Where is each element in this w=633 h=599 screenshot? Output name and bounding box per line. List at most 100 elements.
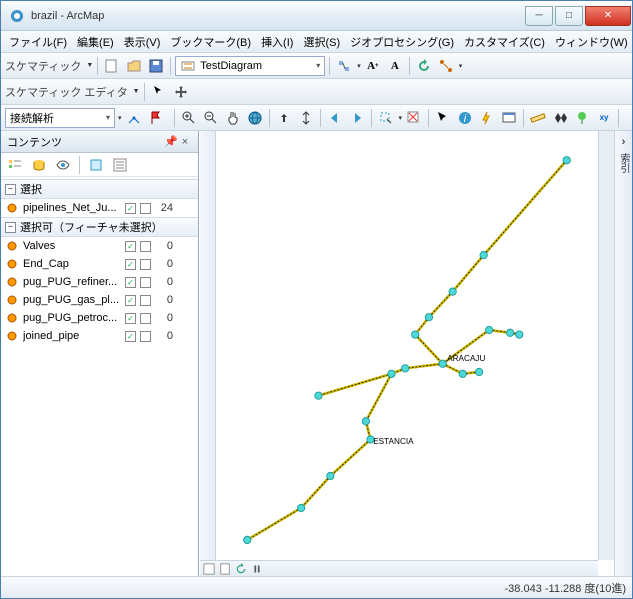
menu-insert[interactable]: 挿入(I) — [257, 32, 297, 52]
menu-geoprocessing[interactable]: ジオプロセシング(G) — [346, 32, 458, 52]
layer-selectable-checkbox[interactable] — [140, 313, 151, 324]
prev-extent-button[interactable] — [325, 108, 345, 128]
layer-selectable-checkbox[interactable] — [140, 295, 151, 306]
list-by-drawing-button[interactable] — [5, 155, 25, 175]
layer-row[interactable]: End_Cap ✓ 0 — [1, 255, 198, 273]
layer-selectable-checkbox[interactable] — [140, 331, 151, 342]
dropdown-icon[interactable]: ▼ — [86, 62, 93, 69]
hyperlink-button[interactable] — [477, 108, 497, 128]
open-diagram-button[interactable] — [124, 56, 144, 76]
layer-row[interactable]: Valves ✓ 0 — [1, 237, 198, 255]
layer-visible-checkbox[interactable]: ✓ — [125, 241, 136, 252]
find-button[interactable] — [550, 108, 570, 128]
pause-drawing-button[interactable] — [250, 562, 264, 576]
zoom-out-button[interactable] — [201, 108, 221, 128]
dropdown-icon[interactable]: ▾ — [357, 62, 361, 70]
tool-a2-button[interactable]: A — [385, 56, 405, 76]
move-tool-button[interactable] — [171, 82, 191, 102]
options-button[interactable] — [110, 155, 130, 175]
pin-icon[interactable]: 📌 — [164, 135, 178, 148]
trace-tool-button[interactable] — [124, 108, 144, 128]
zoom-in-button[interactable] — [179, 108, 199, 128]
layer-count: 0 — [155, 276, 173, 288]
pan-button[interactable] — [223, 108, 243, 128]
dropdown-icon[interactable]: ▾ — [118, 114, 122, 122]
list-by-source-button[interactable] — [29, 155, 49, 175]
next-extent-button[interactable] — [347, 108, 367, 128]
toolbar-editor-label: スケマティック エディタ — [5, 84, 128, 100]
collapse-icon[interactable]: − — [5, 184, 16, 195]
layer-row[interactable]: joined_pipe ✓ 0 — [1, 327, 198, 345]
layer-selectable-checkbox[interactable] — [140, 259, 151, 270]
update-button[interactable] — [414, 56, 434, 76]
fixed-zoom-out-button[interactable] — [296, 108, 316, 128]
new-diagram-button[interactable] — [102, 56, 122, 76]
flag-tool-button[interactable] — [146, 108, 166, 128]
group-selectable[interactable]: − 選択可（フィーチャ未選択） — [1, 217, 198, 237]
layer-visible-checkbox[interactable]: ✓ — [125, 295, 136, 306]
fixed-zoom-in-button[interactable] — [274, 108, 294, 128]
close-button[interactable]: ✕ — [585, 6, 631, 26]
minimize-button[interactable]: ─ — [525, 6, 553, 26]
html-popup-button[interactable] — [499, 108, 519, 128]
layer-count: 0 — [155, 312, 173, 324]
menu-bookmark[interactable]: ブックマーク(B) — [166, 32, 255, 52]
layer-count: 0 — [155, 240, 173, 252]
layer-name: joined_pipe — [23, 330, 121, 342]
menu-edit[interactable]: 編集(E) — [73, 32, 118, 52]
dropdown-icon[interactable]: ▾ — [399, 114, 403, 122]
collapse-icon[interactable]: − — [5, 222, 16, 233]
layer-name: pipelines_Net_Ju... — [23, 202, 121, 214]
clear-selection-button[interactable] — [404, 108, 424, 128]
layout-view-button[interactable] — [218, 562, 232, 576]
go-to-xy-button[interactable]: xy — [594, 108, 614, 128]
maximize-button[interactable]: □ — [555, 6, 583, 26]
close-panel-icon[interactable]: × — [178, 136, 192, 148]
diagram-combo[interactable]: TestDiagram ▾ — [175, 56, 325, 76]
layer-visible-checkbox[interactable]: ✓ — [125, 203, 136, 214]
layer-selectable-checkbox[interactable] — [140, 203, 151, 214]
full-extent-button[interactable] — [245, 108, 265, 128]
save-diagram-button[interactable] — [146, 56, 166, 76]
scrollbar-vertical[interactable] — [598, 131, 614, 560]
ruler-horizontal — [200, 560, 598, 576]
dropdown-icon[interactable]: ▼ — [133, 88, 140, 95]
list-by-selection-button[interactable] — [86, 155, 106, 175]
status-coordinates: -38.043 -11.288 度(10進) — [505, 580, 626, 596]
measure-button[interactable] — [528, 108, 548, 128]
layer-row[interactable]: pipelines_Net_Ju... ✓ 24 — [1, 199, 198, 217]
layer-row[interactable]: pug_PUG_refiner... ✓ 0 — [1, 273, 198, 291]
select-features-button[interactable] — [376, 108, 396, 128]
layer-selectable-checkbox[interactable] — [140, 241, 151, 252]
layer-visible-checkbox[interactable]: ✓ — [125, 259, 136, 270]
analysis-combo[interactable]: 接続解析 ▾ — [5, 108, 115, 128]
layout-button[interactable] — [334, 56, 354, 76]
map-canvas[interactable]: ARACAJUESTANCIA — [216, 131, 598, 560]
refresh-view-button[interactable] — [234, 562, 248, 576]
menu-select[interactable]: 選択(S) — [299, 32, 344, 52]
layer-row[interactable]: pug_PUG_petroc... ✓ 0 — [1, 309, 198, 327]
right-dock-expand-button[interactable]: › — [617, 135, 631, 149]
map-view[interactable]: ARACAJUESTANCIA — [199, 131, 614, 576]
layer-visible-checkbox[interactable]: ✓ — [125, 277, 136, 288]
layer-visible-checkbox[interactable]: ✓ — [125, 331, 136, 342]
group-selected[interactable]: − 選択 — [1, 179, 198, 199]
data-view-button[interactable] — [202, 562, 216, 576]
menu-file[interactable]: ファイル(F) — [5, 32, 71, 52]
menu-customize[interactable]: カスタマイズ(C) — [460, 32, 549, 52]
menu-view[interactable]: 表示(V) — [120, 32, 165, 52]
propagate-button[interactable] — [436, 56, 456, 76]
dropdown-icon[interactable]: ▾ — [459, 62, 463, 70]
right-dock-tab[interactable]: 索引 — [616, 149, 631, 177]
select-elements-button[interactable] — [433, 108, 453, 128]
layer-name: pug_PUG_gas_pl... — [23, 294, 121, 306]
list-by-visibility-button[interactable] — [53, 155, 73, 175]
layer-visible-checkbox[interactable]: ✓ — [125, 313, 136, 324]
layer-row[interactable]: pug_PUG_gas_pl... ✓ 0 — [1, 291, 198, 309]
menu-window[interactable]: ウィンドウ(W) — [551, 32, 632, 52]
tool-a-button[interactable]: A+ — [363, 56, 383, 76]
identify-button[interactable]: i — [455, 108, 475, 128]
layer-selectable-checkbox[interactable] — [140, 277, 151, 288]
find-route-button[interactable] — [572, 108, 592, 128]
edit-tool-button[interactable] — [149, 82, 169, 102]
